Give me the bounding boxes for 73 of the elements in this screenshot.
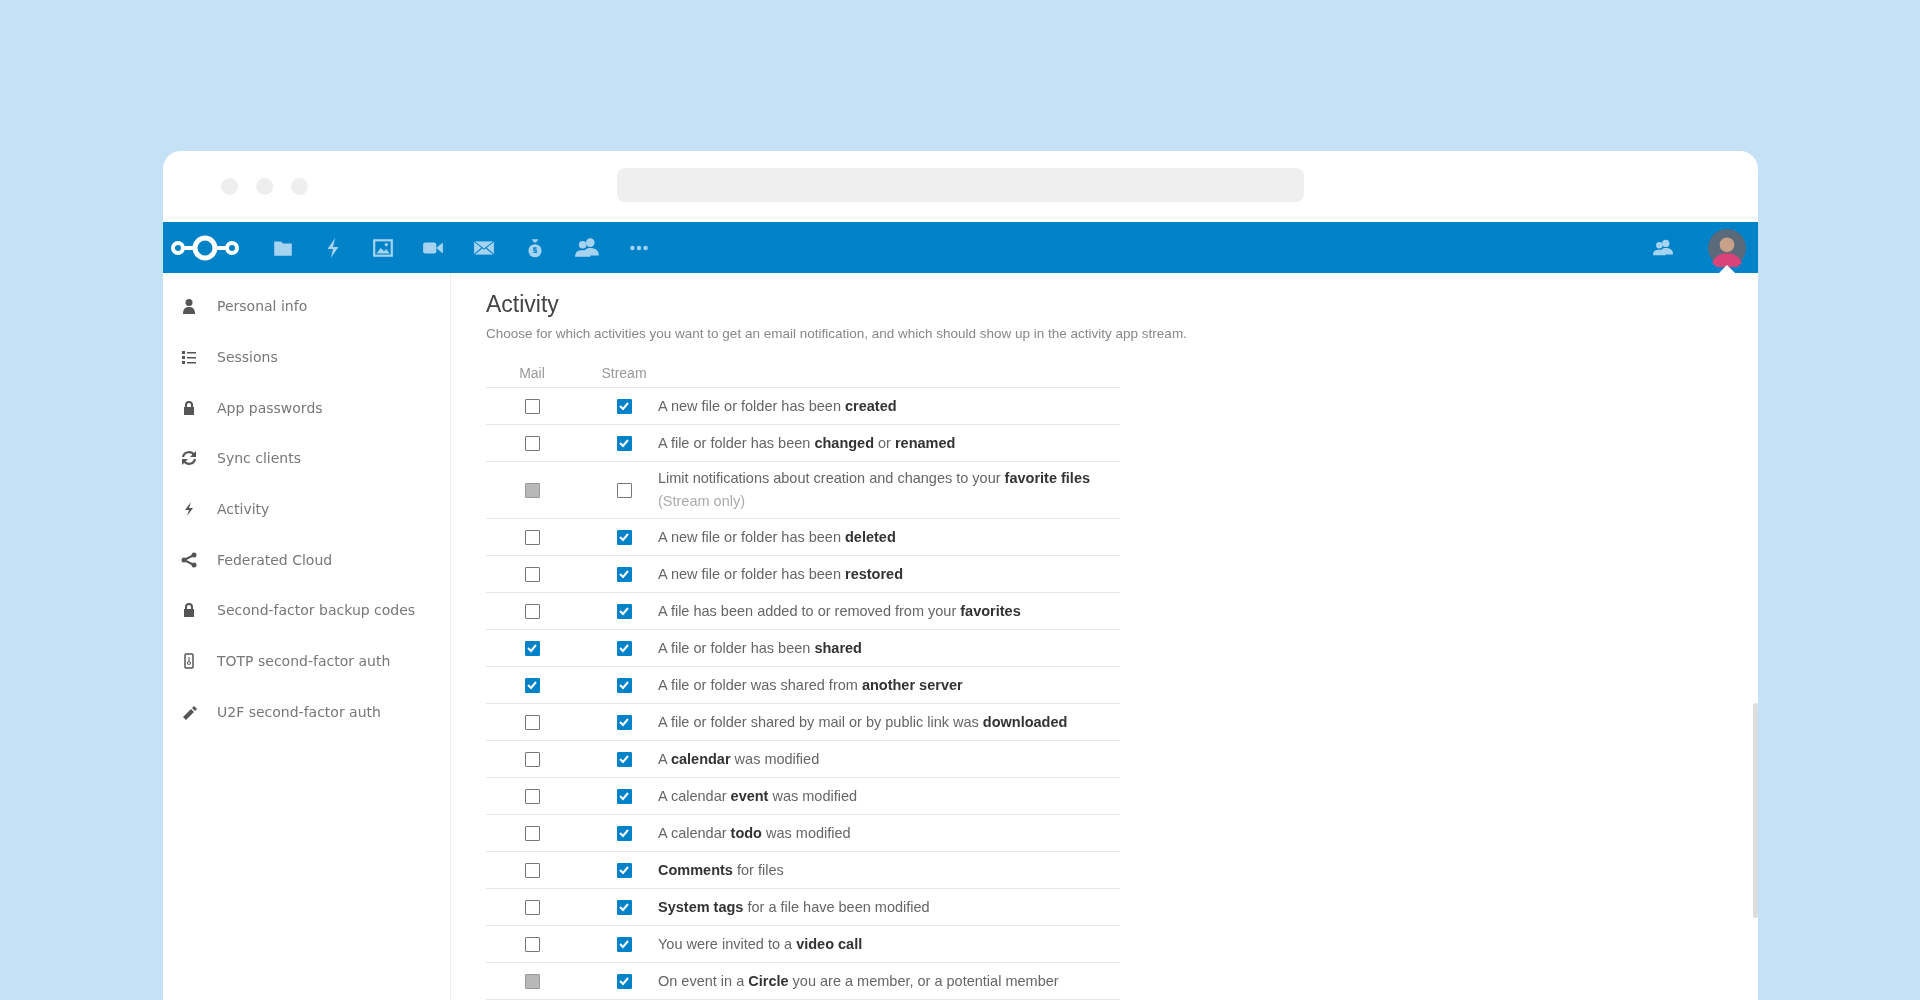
activity-label: A new file or folder has been created <box>658 396 898 416</box>
activity-label: On event in a Circle you are a member, or a potential member <box>658 971 1060 991</box>
scrollbar[interactable] <box>1753 703 1758 918</box>
activity-label: A file or folder shared by mail or by public link was downloaded <box>658 712 1069 732</box>
sidebar-item[interactable]: Sessions <box>163 331 450 383</box>
checkbox[interactable] <box>616 398 632 414</box>
checkbox[interactable] <box>524 603 540 619</box>
checkbox[interactable] <box>616 825 632 841</box>
checkbox[interactable] <box>616 529 632 545</box>
sidebar-item[interactable]: TOTP second-factor auth <box>163 635 450 687</box>
sidebar-item[interactable]: App passwords <box>163 382 450 434</box>
column-header: Stream <box>600 365 648 381</box>
phone-icon <box>181 653 197 670</box>
sidebar-item[interactable]: Sync clients <box>163 433 450 484</box>
checkbox[interactable] <box>524 566 540 582</box>
avatar[interactable] <box>1708 228 1746 267</box>
checkbox[interactable] <box>616 482 632 498</box>
checkbox[interactable] <box>524 529 540 545</box>
sidebar-item[interactable]: Personal info <box>163 281 450 332</box>
menu-pointer <box>1719 265 1735 273</box>
checkbox[interactable] <box>524 788 540 804</box>
contacts-icon[interactable] <box>574 236 600 259</box>
checkbox[interactable] <box>524 936 540 952</box>
image-icon[interactable] <box>372 236 394 259</box>
checkbox[interactable] <box>616 862 632 878</box>
list-icon <box>181 349 197 366</box>
activity-label: A calendar event was modified <box>658 786 859 806</box>
sidebar-item[interactable]: Federated Cloud <box>163 534 450 586</box>
checkbox[interactable] <box>616 640 632 656</box>
checkbox[interactable] <box>616 566 632 582</box>
activity-label: Comments for files <box>658 860 785 880</box>
share-icon <box>181 551 197 568</box>
checkbox[interactable] <box>616 788 632 804</box>
activity-label: A file or folder has been shared <box>658 638 863 658</box>
column-header: Mail <box>518 365 546 381</box>
checkbox[interactable] <box>616 603 632 619</box>
checkbox[interactable] <box>524 677 540 693</box>
lock-icon <box>181 399 197 416</box>
checkbox[interactable] <box>524 714 540 730</box>
checkbox[interactable] <box>616 751 632 767</box>
checkbox[interactable] <box>524 825 540 841</box>
section-title: Activity <box>486 291 560 318</box>
activity-label: A calendar todo was modified <box>658 823 852 843</box>
sync-icon <box>181 450 197 467</box>
pen-icon <box>181 703 197 720</box>
checkbox[interactable] <box>616 899 632 915</box>
checkbox[interactable] <box>524 640 540 656</box>
sidebar-item[interactable]: Second-factor backup codes <box>163 585 450 636</box>
activity-label: Limit notifications about creation and changes to your favorite files (Stream only) <box>658 469 1092 511</box>
lock-icon <box>181 602 197 619</box>
checkbox[interactable] <box>524 862 540 878</box>
person-icon <box>181 298 197 315</box>
section-description: Choose for which activities you want to get an email notification, and which should show up in the activity app stream. <box>486 326 1187 341</box>
activity-label: A file or folder was shared from another server <box>658 675 964 695</box>
activity-label: System tags for a file have been modified <box>658 897 931 917</box>
checkbox[interactable] <box>524 899 540 915</box>
sidebar-item[interactable]: U2F second-factor auth <box>163 686 450 738</box>
checkbox[interactable] <box>616 973 632 989</box>
activity-label: A new file or folder has been deleted <box>658 527 897 547</box>
activity-label: A new file or folder has been restored <box>658 564 905 584</box>
checkbox[interactable] <box>616 435 632 451</box>
activity-label: You were invited to a video call <box>658 934 864 954</box>
sidebar-item[interactable]: Activity <box>163 483 450 535</box>
checkbox[interactable] <box>524 751 540 767</box>
checkbox[interactable] <box>616 714 632 730</box>
activity-label: A file or folder has been changed or renamed <box>658 433 957 453</box>
checkbox[interactable] <box>524 435 540 451</box>
checkbox[interactable] <box>616 677 632 693</box>
activity-label: A file has been added to or removed from your favorites <box>658 601 1022 621</box>
checkbox[interactable] <box>524 398 540 414</box>
contacts-icon[interactable] <box>1652 237 1674 258</box>
checkbox[interactable] <box>616 936 632 952</box>
activity-label: A calendar was modified <box>658 749 821 769</box>
